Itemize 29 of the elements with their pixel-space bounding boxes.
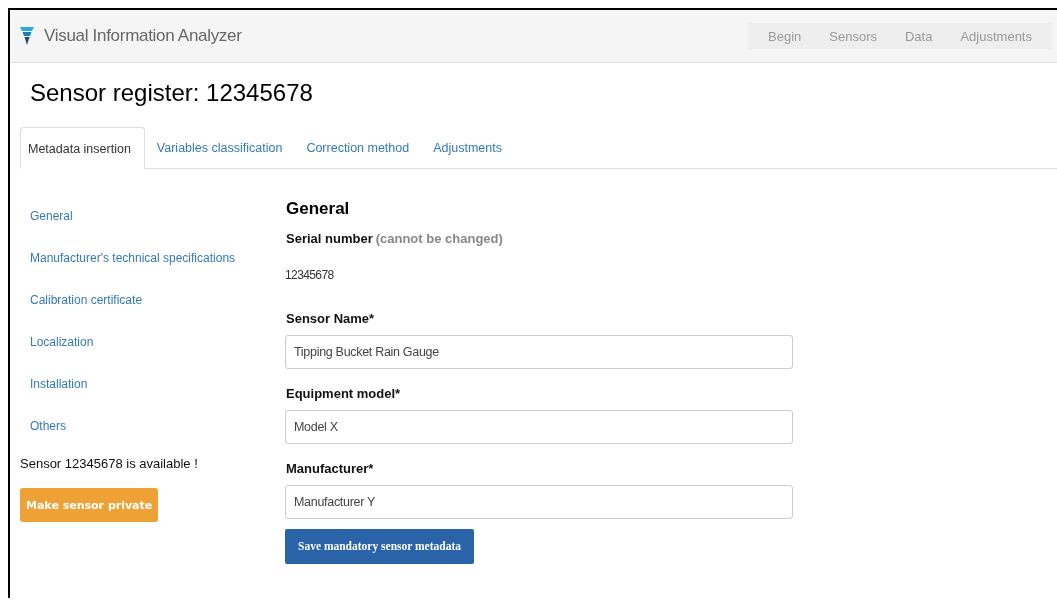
sidebar-link[interactable]: Installation [20,357,285,399]
field-label: Serial number [286,231,373,246]
field-label: Manufacturer* [286,461,375,476]
save-button[interactable]: Save mandatory sensor metadata [285,528,475,564]
section-heading: General [286,199,351,219]
nav-link[interactable]: Sensors [815,28,891,44]
sidebar-link[interactable]: General [20,189,285,231]
tab[interactable]: Correction method [294,127,422,168]
sidebar-link[interactable]: Others [20,399,285,441]
serial-value: 12345678 [285,268,335,282]
input-field[interactable]: Tipping Bucket Rain Gauge [285,335,793,369]
field-note: (cannot be changed) [375,231,503,246]
sidebar-link[interactable]: Manufacturer's technical specifications [20,231,285,273]
input-field[interactable]: Model X [285,410,793,444]
app-title: Visual Information Analyzer [44,26,242,46]
page-title: Sensor register: 12345678 [30,79,314,108]
field-label: Equipment model* [286,386,402,401]
tab[interactable]: Metadata insertion [20,127,145,169]
input-field[interactable]: Manufacturer Y [285,485,793,519]
nav-link[interactable]: Adjustments [946,28,1046,44]
funnel-logo-icon [20,27,34,45]
tab[interactable]: Variables classification [144,127,295,168]
nav-link[interactable]: Begin [754,28,816,44]
tab[interactable]: Adjustments [421,127,514,168]
field-label: Sensor Name* [286,311,376,326]
availability-status: Sensor 12345678 is available ! [20,456,199,471]
nav-link[interactable]: Data [891,28,947,44]
sidebar-link[interactable]: Calibration certificate [20,273,285,315]
sidebar-link[interactable]: Localization [20,315,285,357]
